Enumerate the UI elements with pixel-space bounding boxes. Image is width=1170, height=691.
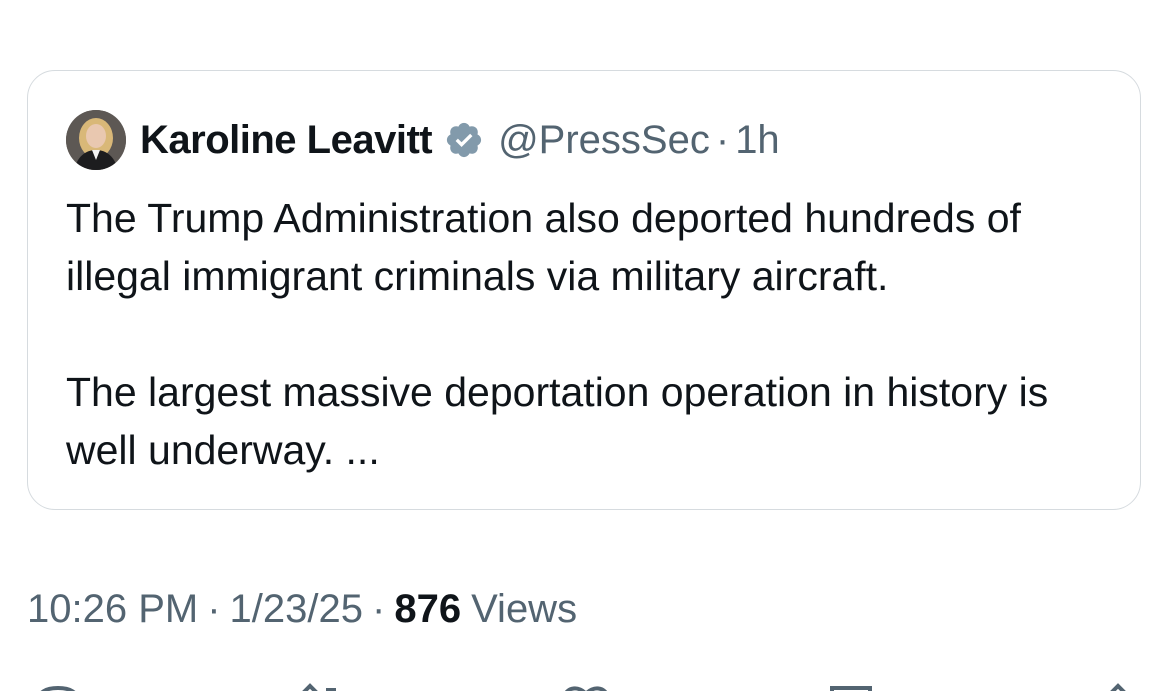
quoted-post-paragraph: The Trump Administration also deported h… [66,195,1021,299]
bookmark-icon[interactable] [826,682,878,691]
quoted-post-text: The Trump Administration also deported h… [66,189,1116,479]
post-age[interactable]: 1h [735,118,780,163]
post-meta: 10:26 PM · 1/23/25 · 876 Views [27,583,577,635]
meta-separator: · [372,586,386,631]
quoted-post-paragraph: The largest massive deportation operatio… [66,369,1049,473]
view-count: 876 [394,586,462,631]
repost-icon[interactable] [292,682,344,691]
meta-separator: · [207,586,221,631]
post-time[interactable]: 10:26 PM [27,587,198,632]
verified-badge-icon [444,120,484,160]
header-separator: · [715,117,730,162]
views-label: Views [471,586,578,631]
author-name[interactable]: Karoline Leavitt [140,118,433,163]
share-icon[interactable] [1092,682,1144,691]
author-handle[interactable]: @PressSec [498,118,710,163]
post-date[interactable]: 1/23/25 [230,587,363,632]
quoted-post-card[interactable]: Karoline Leavitt @PressSec · 1h The Trum… [27,70,1141,510]
quoted-post-header: Karoline Leavitt @PressSec · 1h [66,109,780,171]
author-avatar[interactable] [66,110,126,170]
reply-icon[interactable] [32,682,84,691]
action-bar [0,676,1170,691]
like-icon[interactable] [560,682,612,691]
